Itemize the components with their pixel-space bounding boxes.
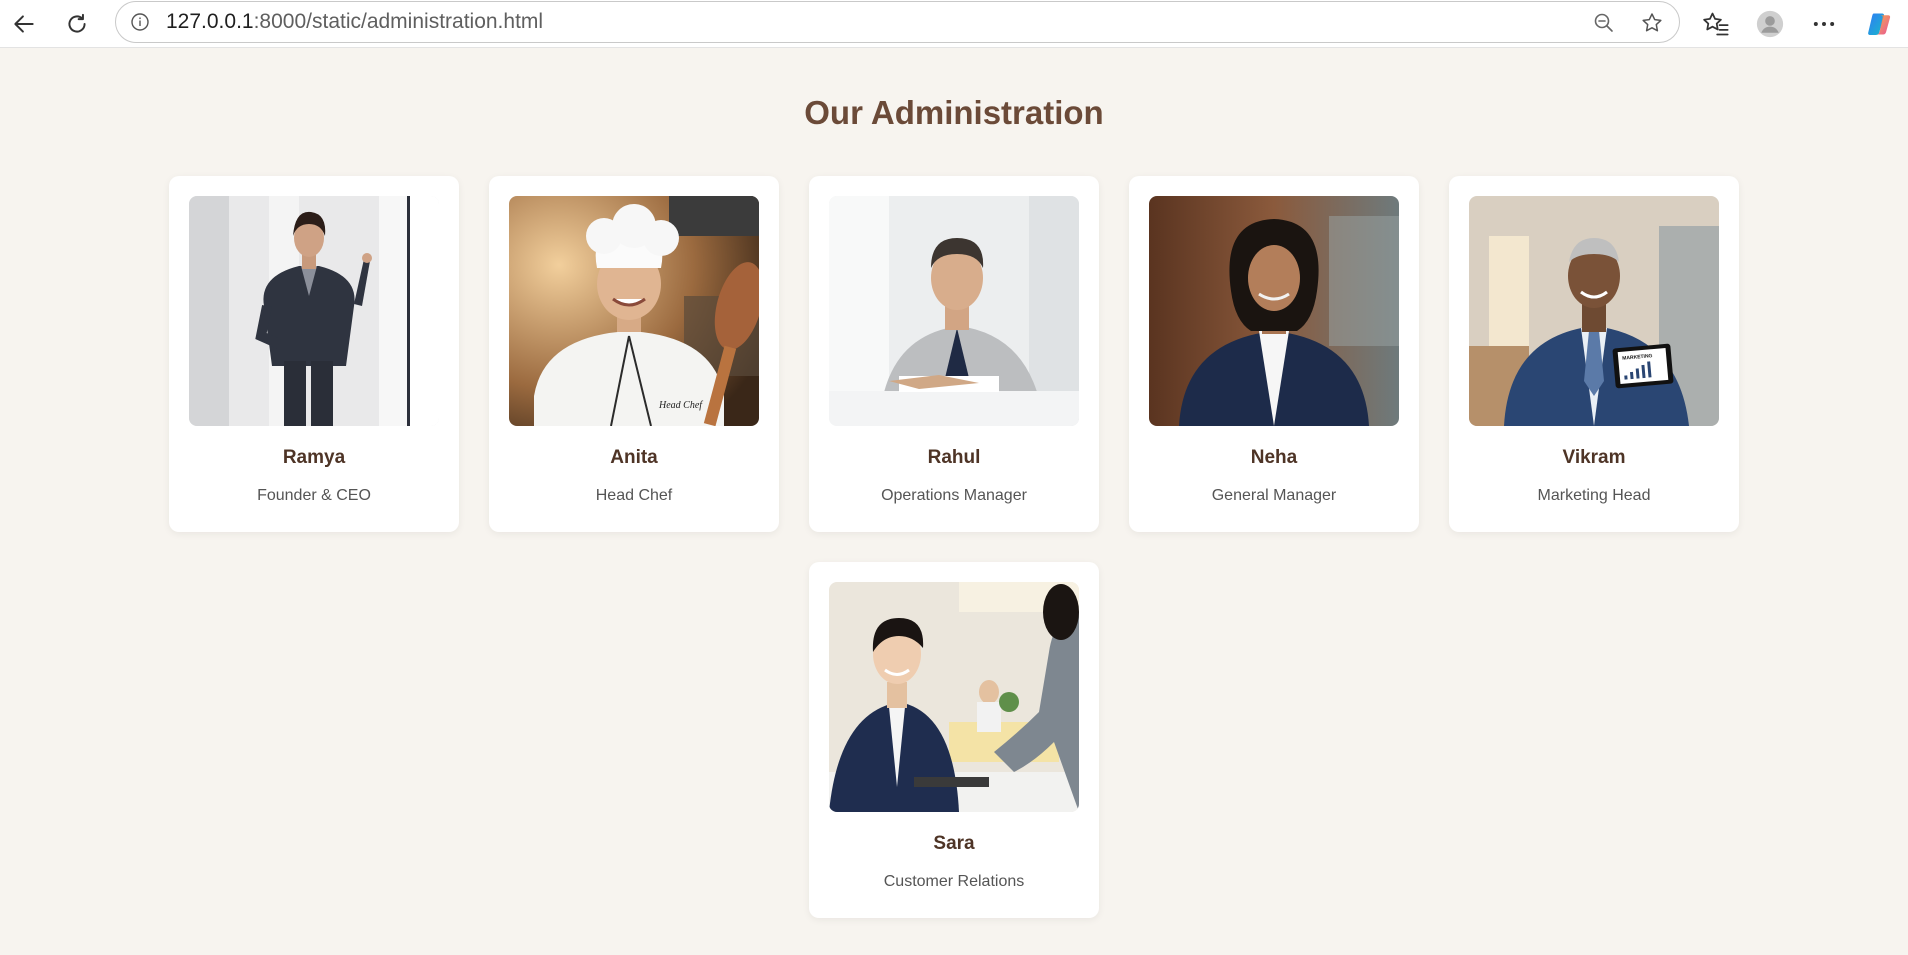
team-card: Neha General Manager (1129, 176, 1419, 532)
team-card: Head Chef Anita Head Chef (489, 176, 779, 532)
member-photo-image: Head Chef (509, 196, 759, 426)
member-name: Sara (933, 833, 975, 854)
team-card: Rahul Operations Manager (809, 176, 1099, 532)
refresh-icon[interactable] (57, 4, 97, 44)
browser-toolbar: 127.0.0.1:8000/static/administration.htm… (0, 0, 1908, 48)
chef-coat-label: Head Chef (658, 400, 703, 411)
url-path: :8000/static/administration.html (253, 10, 544, 33)
profile-icon[interactable] (1750, 4, 1790, 44)
member-name: Vikram (1562, 447, 1626, 468)
member-role: Operations Manager (881, 487, 1027, 504)
back-arrow-icon[interactable] (4, 4, 44, 44)
zoom-out-icon[interactable] (1590, 9, 1618, 37)
page-content: Our Administration Ramya Founder & CEO H… (0, 48, 1908, 955)
member-name: Anita (610, 447, 658, 468)
team-card: Sara Customer Relations (809, 562, 1099, 918)
member-role: Founder & CEO (257, 487, 371, 504)
url-host: 127.0.0.1 (166, 10, 254, 33)
copilot-icon[interactable] (1860, 4, 1900, 44)
member-photo-image: MARKETING (1469, 196, 1719, 426)
member-role: Marketing Head (1537, 487, 1651, 504)
favorites-icon[interactable] (1696, 4, 1736, 44)
member-photo (189, 196, 439, 426)
member-photo (1149, 196, 1399, 426)
team-card: Ramya Founder & CEO (169, 176, 459, 532)
member-photo-image (1149, 196, 1399, 426)
url-text[interactable]: 127.0.0.1:8000/static/administration.htm… (166, 2, 543, 42)
member-name: Rahul (927, 447, 981, 468)
team-card: MARKETING Vikram Marketing Head (1449, 176, 1739, 532)
member-photo (829, 196, 1079, 426)
member-role: General Manager (1211, 487, 1337, 504)
member-role: Head Chef (595, 487, 673, 504)
address-bar[interactable]: 127.0.0.1:8000/static/administration.htm… (115, 1, 1680, 43)
page-title: Our Administration (804, 94, 1104, 131)
member-name: Ramya (282, 447, 346, 468)
member-photo-image (829, 582, 1079, 812)
member-photo: Head Chef (509, 196, 759, 426)
more-icon[interactable] (1804, 4, 1844, 44)
member-photo (829, 582, 1079, 812)
member-photo-image (829, 196, 1079, 426)
star-icon[interactable] (1638, 9, 1666, 37)
member-photo-image (189, 196, 439, 426)
info-icon[interactable] (130, 12, 150, 32)
member-role: Customer Relations (883, 873, 1025, 890)
member-photo: MARKETING (1469, 196, 1719, 426)
member-name: Neha (1250, 447, 1298, 468)
